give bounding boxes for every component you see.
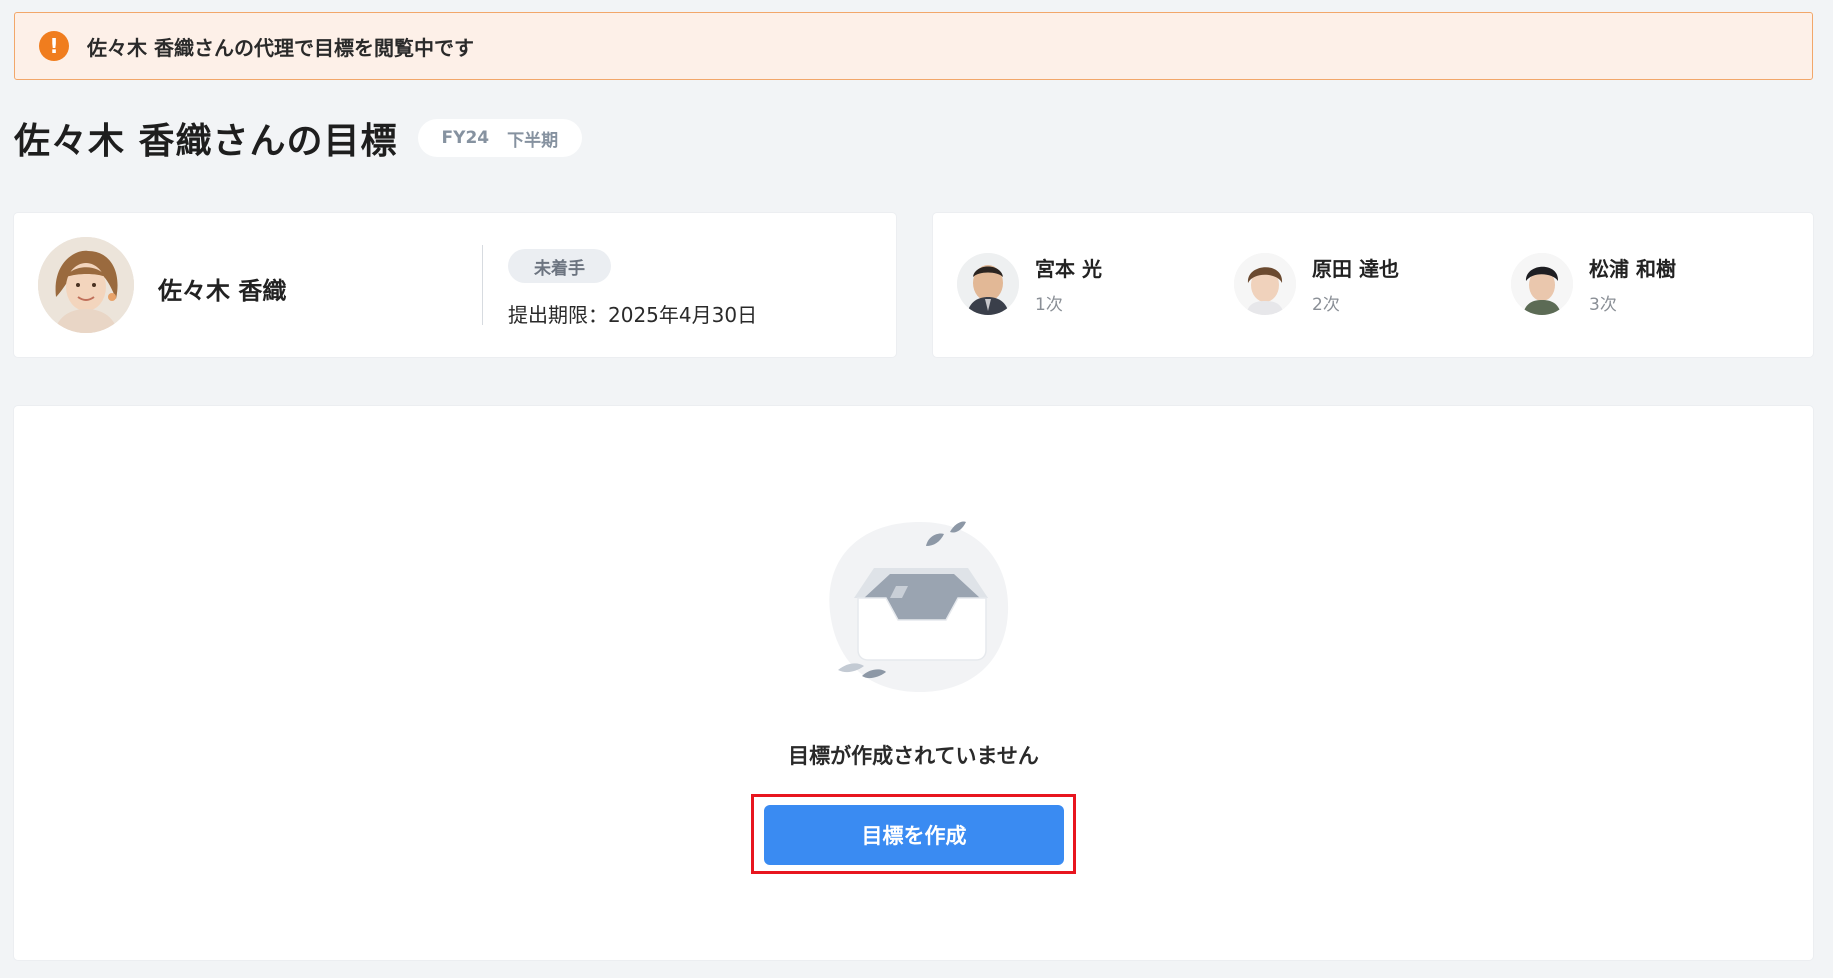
period-badge: FY24 下半期	[417, 119, 583, 157]
approver-2: 原田 達也 2次	[1234, 253, 1399, 315]
approvers-card: 宮本 光 1次 原田 達也 2次 松浦 和樹 3次	[933, 213, 1813, 357]
employee-card: 佐々木 香織 未着手 提出期限：2025年4月30日	[14, 213, 896, 357]
approver-avatar	[957, 253, 1019, 315]
approver-3: 松浦 和樹 3次	[1511, 253, 1676, 315]
approver-1: 宮本 光 1次	[957, 253, 1102, 315]
goals-panel: 目標が作成されていません 目標を作成	[14, 406, 1813, 960]
status-badge: 未着手	[508, 249, 611, 283]
employee-avatar	[38, 237, 134, 333]
banner-message: 佐々木 香織さんの代理で目標を閲覧中です	[87, 35, 474, 60]
approver-name: 原田 達也	[1312, 257, 1399, 281]
approver-name: 松浦 和樹	[1589, 257, 1676, 281]
submission-deadline: 提出期限：2025年4月30日	[508, 303, 758, 327]
proxy-view-banner: ! 佐々木 香織さんの代理で目標を閲覧中です	[14, 12, 1813, 80]
term-label: 下半期	[507, 130, 559, 151]
employee-name: 佐々木 香織	[158, 277, 287, 305]
warning-icon: !	[39, 31, 69, 61]
page-title: 佐々木 香織さんの目標	[14, 121, 398, 162]
approver-avatar	[1511, 253, 1573, 315]
approver-level: 3次	[1589, 295, 1617, 315]
approver-avatar	[1234, 253, 1296, 315]
title-row: 佐々木 香織さんの目標 FY24 下半期	[14, 112, 583, 164]
approver-level: 2次	[1312, 295, 1340, 315]
divider	[482, 245, 483, 325]
empty-inbox-icon	[810, 502, 1030, 702]
empty-state-message: 目標が作成されていません	[788, 744, 1039, 768]
fiscal-year-label: FY24	[441, 128, 490, 148]
create-goal-button[interactable]: 目標を作成	[764, 805, 1064, 865]
approver-level: 1次	[1035, 295, 1063, 315]
approver-name: 宮本 光	[1035, 257, 1102, 281]
